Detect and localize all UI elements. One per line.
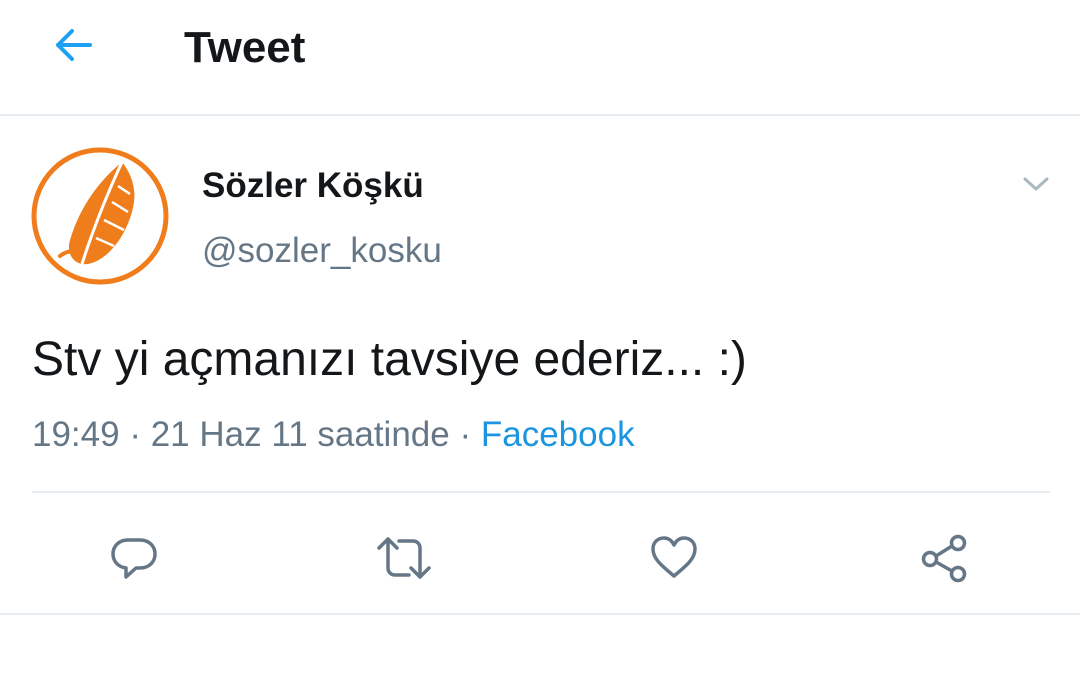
tweet-source-link[interactable]: Facebook xyxy=(481,415,635,454)
page-title: Tweet xyxy=(184,23,306,72)
tweet-text: Stv yi açmanızı tavsiye ederiz... :) xyxy=(32,333,747,386)
retweet-button[interactable] xyxy=(372,528,436,592)
tweet-meta: 19:49 · 21 Haz 11 saatinde · Facebook xyxy=(32,412,635,458)
share-button[interactable] xyxy=(912,528,976,592)
chevron-down-icon xyxy=(1021,174,1051,199)
tweet-date: 21 Haz 11 xyxy=(150,415,308,454)
author-handle[interactable]: @sozler_kosku xyxy=(202,228,442,274)
orange-feather-logo-icon xyxy=(31,147,169,285)
tweet-actions xyxy=(0,520,1080,600)
tweet-menu-button[interactable] xyxy=(1014,166,1058,206)
like-button[interactable] xyxy=(642,528,706,592)
author-display-name[interactable]: Sözler Köşkü xyxy=(202,164,424,208)
top-bar: Tweet xyxy=(0,0,1080,116)
reply-button[interactable] xyxy=(102,528,166,592)
meta-separator: · xyxy=(129,415,141,454)
avatar[interactable] xyxy=(30,146,170,286)
divider xyxy=(32,491,1050,493)
share-icon xyxy=(918,532,970,589)
meta-separator: · xyxy=(459,415,472,454)
tweet-date-suffix: saatinde xyxy=(317,415,450,454)
back-button[interactable] xyxy=(44,22,100,72)
retweet-icon xyxy=(375,532,433,589)
divider xyxy=(0,613,1080,615)
heart-icon xyxy=(648,532,700,589)
arrow-left-icon xyxy=(50,25,94,70)
tweet-time: 19:49 xyxy=(32,415,120,454)
reply-icon xyxy=(108,532,160,589)
